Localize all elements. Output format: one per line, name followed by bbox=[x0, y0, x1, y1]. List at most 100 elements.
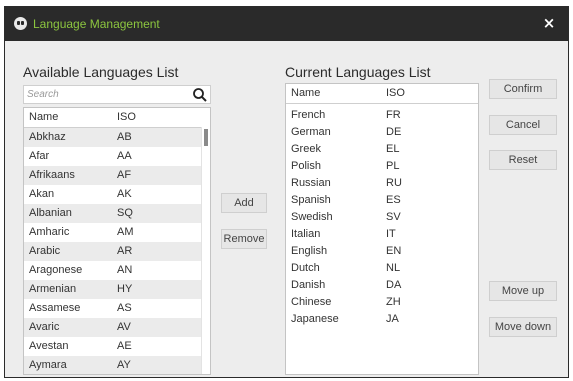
reset-button[interactable]: Reset bbox=[489, 150, 557, 170]
table-row[interactable]: Danish DA bbox=[286, 277, 478, 294]
table-row[interactable]: Avestan AE bbox=[24, 337, 210, 356]
language-iso: SQ bbox=[117, 207, 133, 219]
table-row[interactable]: Dutch NL bbox=[286, 260, 478, 277]
language-name: Danish bbox=[291, 279, 326, 291]
cancel-button[interactable]: Cancel bbox=[489, 115, 557, 135]
language-iso: AK bbox=[117, 188, 132, 200]
table-row[interactable]: French FR bbox=[286, 107, 478, 124]
table-row[interactable]: Greek EL bbox=[286, 141, 478, 158]
language-iso: IT bbox=[386, 228, 396, 240]
app-icon bbox=[14, 17, 27, 30]
close-icon[interactable]: × bbox=[541, 15, 557, 31]
language-iso: HY bbox=[117, 283, 133, 295]
language-name: Aymara bbox=[29, 359, 67, 371]
language-name: Afar bbox=[29, 150, 50, 162]
column-header-iso[interactable]: ISO bbox=[386, 87, 405, 99]
add-button[interactable]: Add bbox=[221, 193, 267, 213]
current-languages-table: Name ISO French FR German DE Greek EL Polish PL… bbox=[285, 83, 479, 375]
language-name: Greek bbox=[291, 143, 321, 155]
table-row[interactable]: Arabic AR bbox=[24, 242, 210, 261]
table-row[interactable]: Armenian HY bbox=[24, 280, 210, 299]
language-name: Assamese bbox=[29, 302, 81, 314]
language-iso: AF bbox=[117, 169, 132, 181]
language-name: Russian bbox=[291, 177, 331, 189]
table-row[interactable]: Italian IT bbox=[286, 226, 478, 243]
table-row[interactable]: German DE bbox=[286, 124, 478, 141]
search-input[interactable] bbox=[27, 87, 187, 102]
language-name: Swedish bbox=[291, 211, 333, 223]
column-header-name[interactable]: Name bbox=[291, 87, 320, 99]
language-iso: DA bbox=[386, 279, 402, 291]
language-name: Dutch bbox=[291, 262, 320, 274]
current-languages-rows: French FR German DE Greek EL Polish PL Russian RU… bbox=[286, 104, 478, 328]
table-row[interactable]: Aymara AY bbox=[24, 356, 210, 374]
language-iso: RU bbox=[386, 177, 402, 189]
table-row[interactable]: English EN bbox=[286, 243, 478, 260]
language-iso: SV bbox=[386, 211, 401, 223]
language-iso: JA bbox=[386, 313, 399, 325]
language-name: German bbox=[291, 126, 331, 138]
move-down-button[interactable]: Move down bbox=[489, 317, 557, 337]
language-iso: AR bbox=[117, 245, 133, 257]
table-row[interactable]: Swedish SV bbox=[286, 209, 478, 226]
table-row[interactable]: Avaric AV bbox=[24, 318, 210, 337]
language-name: Arabic bbox=[29, 245, 61, 257]
language-iso: AM bbox=[117, 226, 134, 238]
language-iso: ES bbox=[386, 194, 401, 206]
language-iso: AE bbox=[117, 340, 132, 352]
table-row[interactable]: Japanese JA bbox=[286, 311, 478, 328]
table-row[interactable]: Spanish ES bbox=[286, 192, 478, 209]
window-title: Language Management bbox=[33, 17, 160, 31]
column-header-name[interactable]: Name bbox=[29, 111, 58, 123]
table-row[interactable]: Abkhaz AB bbox=[24, 128, 210, 147]
confirm-button[interactable]: Confirm bbox=[489, 79, 557, 99]
table-row[interactable]: Amharic AM bbox=[24, 223, 210, 242]
language-iso: EL bbox=[386, 143, 400, 155]
language-name: Afrikaans bbox=[29, 169, 75, 181]
language-name: Abkhaz bbox=[29, 131, 66, 143]
scrollbar-thumb[interactable] bbox=[204, 129, 208, 146]
language-iso: AN bbox=[117, 264, 133, 276]
scrollbar[interactable] bbox=[201, 127, 210, 374]
search-box bbox=[23, 85, 211, 104]
language-iso: AA bbox=[117, 150, 132, 162]
table-row[interactable]: Chinese ZH bbox=[286, 294, 478, 311]
table-row[interactable]: Akan AK bbox=[24, 185, 210, 204]
table-row[interactable]: Polish PL bbox=[286, 158, 478, 175]
language-name: Chinese bbox=[291, 296, 332, 308]
table-row[interactable]: Russian RU bbox=[286, 175, 478, 192]
table-header: Name ISO bbox=[286, 84, 478, 104]
table-row[interactable]: Afrikaans AF bbox=[24, 166, 210, 185]
language-name: Albanian bbox=[29, 207, 72, 219]
table-row[interactable]: Aragonese AN bbox=[24, 261, 210, 280]
remove-button[interactable]: Remove bbox=[221, 229, 267, 249]
language-iso: EN bbox=[386, 245, 402, 257]
search-icon[interactable] bbox=[192, 87, 208, 103]
available-languages-title: Available Languages List bbox=[23, 64, 179, 80]
language-iso: AS bbox=[117, 302, 132, 314]
language-name: English bbox=[291, 245, 328, 257]
language-name: Aragonese bbox=[29, 264, 83, 276]
language-name: Polish bbox=[291, 160, 321, 172]
column-header-iso[interactable]: ISO bbox=[117, 111, 136, 123]
available-languages-rows: Abkhaz AB Afar AA Afrikaans AF Akan AK Albanian S… bbox=[24, 128, 210, 374]
language-iso: DE bbox=[386, 126, 402, 138]
language-name: Armenian bbox=[29, 283, 77, 295]
table-row[interactable]: Assamese AS bbox=[24, 299, 210, 318]
language-iso: AY bbox=[117, 359, 131, 371]
language-name: Avestan bbox=[29, 340, 69, 352]
current-languages-title: Current Languages List bbox=[285, 64, 431, 80]
language-name: Japanese bbox=[291, 313, 339, 325]
language-name: Avaric bbox=[29, 321, 60, 333]
language-name: Italian bbox=[291, 228, 321, 240]
language-iso: ZH bbox=[386, 296, 401, 308]
language-name: Spanish bbox=[291, 194, 331, 206]
table-row[interactable]: Albanian SQ bbox=[24, 204, 210, 223]
table-header: Name ISO bbox=[24, 108, 210, 128]
language-iso: AB bbox=[117, 131, 132, 143]
language-iso: NL bbox=[386, 262, 401, 274]
move-up-button[interactable]: Move up bbox=[489, 281, 557, 301]
language-iso: AV bbox=[117, 321, 131, 333]
language-iso: PL bbox=[386, 160, 400, 172]
table-row[interactable]: Afar AA bbox=[24, 147, 210, 166]
